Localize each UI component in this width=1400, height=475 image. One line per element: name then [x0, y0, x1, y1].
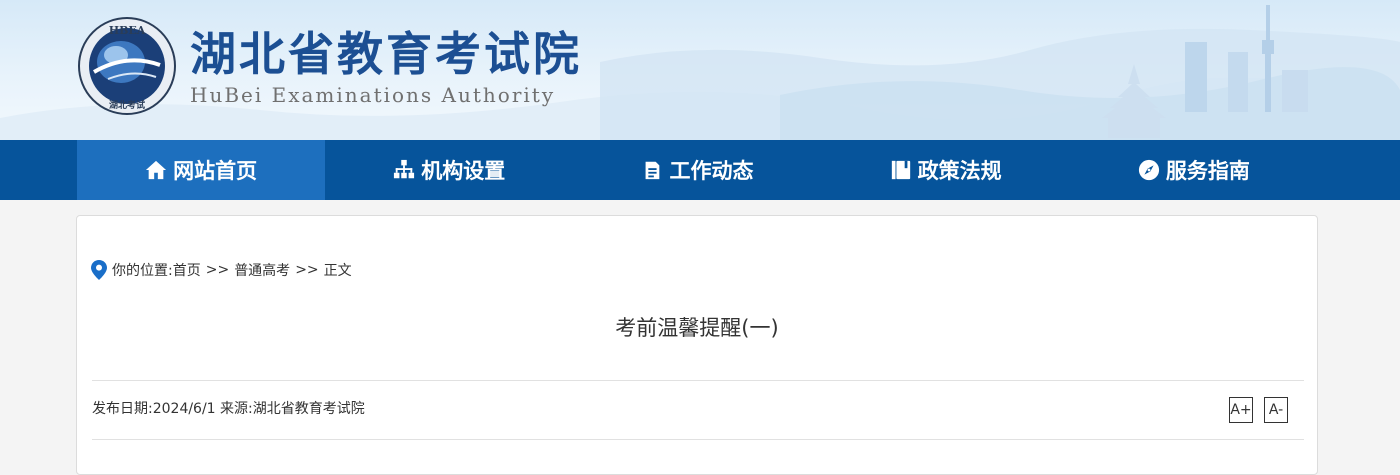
- breadcrumb-category-link[interactable]: 普通高考: [234, 260, 290, 280]
- nav-item-home[interactable]: 网站首页: [77, 140, 326, 200]
- nav-item-label: 机构设置: [421, 159, 506, 183]
- svg-text:湖北考试: 湖北考试: [109, 99, 145, 111]
- nav-item-service-guide[interactable]: 服务指南: [1070, 140, 1318, 200]
- nav-item-label: 服务指南: [1165, 159, 1250, 183]
- site-subtitle: HuBei Examinations Authority: [190, 83, 556, 107]
- breadcrumb: 你的位置: 首页 >> 普通高考 >> 正文: [91, 260, 352, 280]
- location-pin-icon: [91, 260, 107, 280]
- nav-item-organization[interactable]: 机构设置: [325, 140, 573, 200]
- nav-item-news[interactable]: 工作动态: [573, 140, 821, 200]
- hbea-emblem-logo[interactable]: HBEA 湖北考试: [78, 17, 176, 115]
- article-panel: 你的位置: 首页 >> 普通高考 >> 正文 考前温馨提醒(一) 发布日期:20…: [76, 215, 1318, 475]
- book-icon: [891, 160, 910, 180]
- document-icon: [646, 161, 660, 180]
- breadcrumb-current: 正文: [323, 263, 352, 279]
- breadcrumb-prefix: 你的位置:: [112, 263, 173, 279]
- article-title: 考前温馨提醒(一): [615, 316, 779, 340]
- site-title: 湖北省教育考试院: [190, 27, 582, 81]
- nav-item-label: 政策法规: [917, 159, 1002, 183]
- nav-item-policy[interactable]: 政策法规: [822, 140, 1070, 200]
- org-chart-icon: [394, 159, 415, 179]
- svg-text:HBEA: HBEA: [109, 24, 146, 37]
- main-navigation: 网站首页 机构设置 工作动态 政策法规 服务指南: [0, 140, 1400, 200]
- breadcrumb-separator: >>: [295, 262, 319, 278]
- font-increase-button[interactable]: A+: [1229, 397, 1253, 423]
- font-decrease-button[interactable]: A-: [1264, 397, 1288, 423]
- home-icon: [146, 160, 167, 180]
- divider: [92, 380, 1304, 381]
- breadcrumb-home-link[interactable]: 首页: [173, 260, 201, 280]
- article-meta: 发布日期:2024/6/1 来源:湖北省教育考试院: [92, 401, 365, 417]
- nav-item-label: 工作动态: [669, 159, 754, 183]
- nav-item-label: 网站首页: [173, 159, 258, 183]
- breadcrumb-separator: >>: [205, 262, 230, 278]
- compass-icon: [1138, 159, 1159, 181]
- divider: [92, 439, 1304, 440]
- site-header: HBEA 湖北考试 湖北省教育考试院 HuBei Examinations Au…: [0, 0, 1400, 140]
